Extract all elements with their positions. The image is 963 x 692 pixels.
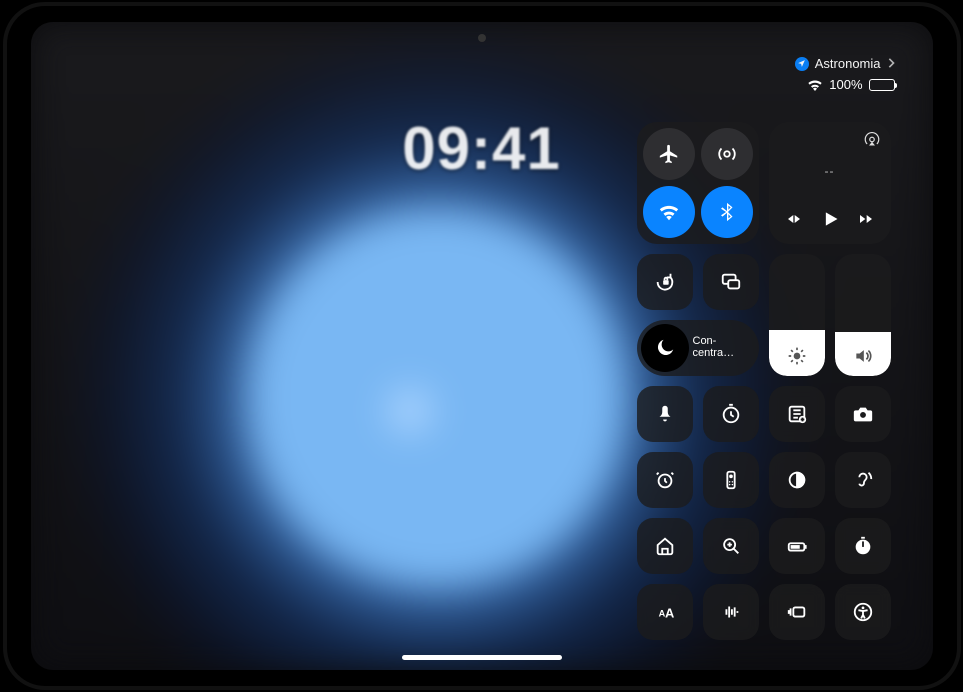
accessibility-shortcuts-button[interactable] — [835, 584, 891, 640]
bluetooth-toggle[interactable] — [701, 186, 753, 238]
lockscreen-clock: 09:41 — [402, 114, 560, 183]
brightness-slider[interactable] — [769, 254, 825, 376]
airplane-mode-toggle[interactable] — [643, 128, 695, 180]
screen-mirroring-button[interactable] — [703, 254, 759, 310]
media-track-placeholder: -- — [825, 164, 835, 178]
focus-label: Con- centra… — [693, 336, 739, 359]
voice-memo-button[interactable] — [703, 584, 759, 640]
alarm-button[interactable] — [637, 452, 693, 508]
focus-mode-button[interactable]: Con- centra… — [637, 320, 759, 376]
media-playback-group[interactable]: -- — [769, 122, 891, 244]
return-to-app-pill[interactable]: Astronomia — [795, 56, 895, 71]
orientation-lock-toggle[interactable] — [637, 254, 693, 310]
location-indicator-icon — [795, 57, 809, 71]
magnifier-button[interactable] — [703, 518, 759, 574]
volume-slider[interactable] — [835, 254, 891, 376]
svg-text:A: A — [665, 606, 674, 621]
stage-manager-toggle[interactable] — [769, 584, 825, 640]
return-to-app-label: Astronomia — [815, 56, 881, 71]
status-bar: 100% — [807, 77, 894, 92]
chevron-right-icon — [887, 56, 895, 71]
camera-button[interactable] — [835, 386, 891, 442]
quick-note-button[interactable] — [769, 386, 825, 442]
battery-percent-label: 100% — [829, 77, 862, 92]
moon-icon — [641, 324, 689, 372]
media-next-button[interactable] — [858, 211, 874, 232]
silent-mode-toggle[interactable] — [637, 386, 693, 442]
control-center: -- — [637, 122, 895, 640]
timer-button[interactable] — [703, 386, 759, 442]
airplay-audio-icon[interactable] — [863, 132, 881, 150]
apple-tv-remote-button[interactable] — [703, 452, 759, 508]
ipad-device-frame: 09:41 Astronomia 100% — [3, 2, 961, 690]
front-camera-dot — [478, 34, 486, 42]
volume-icon — [853, 346, 873, 366]
low-power-mode-toggle[interactable] — [769, 518, 825, 574]
stopwatch-button[interactable] — [835, 518, 891, 574]
brightness-icon — [787, 346, 807, 366]
screen: 09:41 Astronomia 100% — [31, 22, 933, 670]
hearing-button[interactable] — [835, 452, 891, 508]
dark-mode-toggle[interactable] — [769, 452, 825, 508]
home-app-button[interactable] — [637, 518, 693, 574]
media-play-button[interactable] — [820, 209, 840, 234]
battery-icon — [869, 79, 895, 91]
wifi-icon — [807, 79, 823, 91]
home-indicator[interactable] — [402, 655, 562, 660]
wifi-toggle[interactable] — [643, 186, 695, 238]
media-prev-button[interactable] — [786, 211, 802, 232]
airdrop-toggle[interactable] — [701, 128, 753, 180]
connectivity-group[interactable] — [637, 122, 759, 244]
text-size-button[interactable]: AA — [637, 584, 693, 640]
